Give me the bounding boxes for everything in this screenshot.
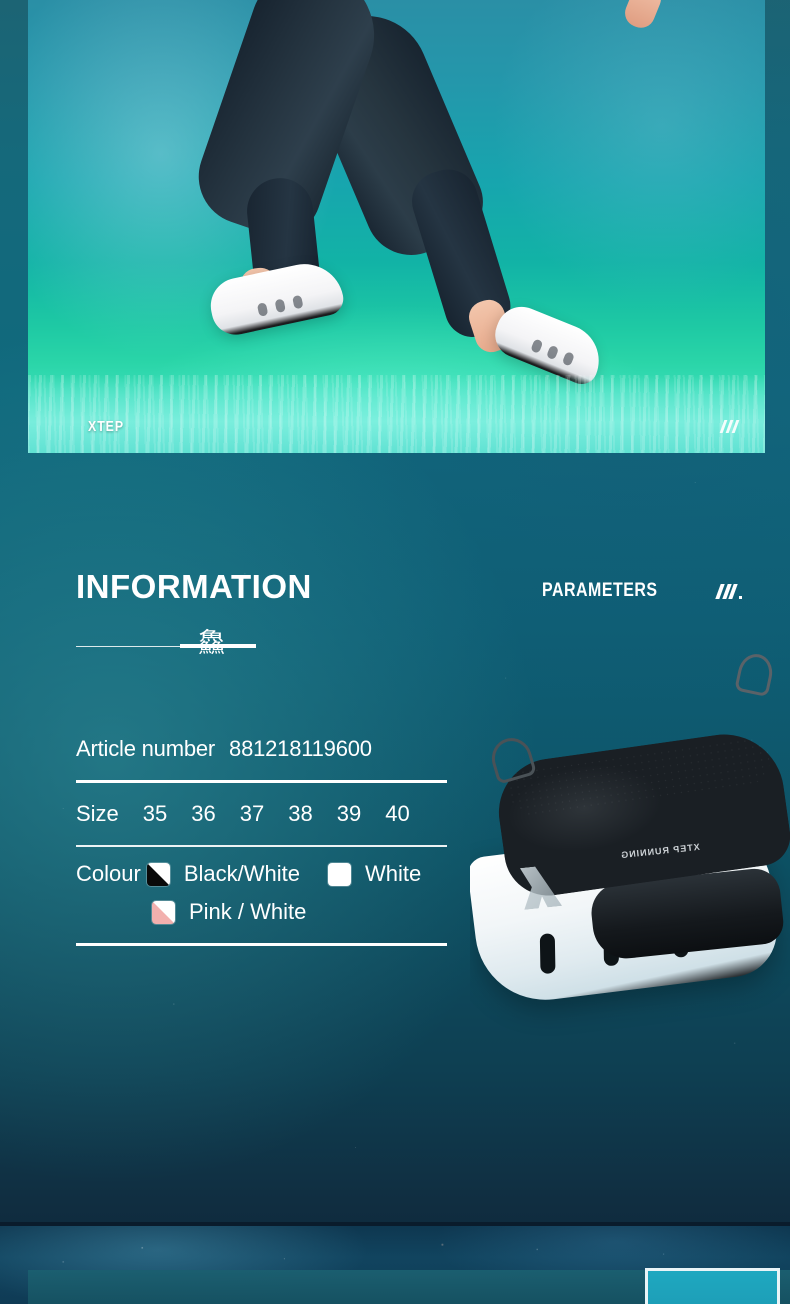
decoration-thin-rule [76, 646, 180, 647]
section-title-parameters: PARAMETERS [542, 580, 658, 601]
spec-row-article-number: Article number 881218119600 [76, 718, 447, 780]
product-spec-table: Article number 881218119600 Size 35 36 3… [76, 718, 447, 946]
colour-swatch-white[interactable] [327, 862, 351, 886]
spec-row-colour: Colour Black/White White Pink / White [76, 847, 447, 943]
shoe-heel-pull-tab [734, 650, 776, 698]
next-section-accent-panel [645, 1268, 780, 1304]
next-section-preview [0, 1226, 790, 1304]
colour-option-black-white[interactable]: Black/White [184, 861, 300, 887]
colour-option-pink-white[interactable]: Pink / White [189, 899, 306, 925]
size-option-35[interactable]: 35 [143, 801, 167, 827]
title-decoration: 鱻 [76, 630, 256, 672]
hero-brand-label: XTEP [88, 418, 125, 435]
size-option-39[interactable]: 39 [337, 801, 361, 827]
colour-label: Colour [76, 861, 141, 886]
colour-swatch-pink-white[interactable] [152, 900, 175, 924]
colour-line-primary: Colour Black/White White [76, 861, 447, 887]
decoration-cjk-glyph: 鱻 [198, 628, 225, 659]
divider-after-colour [76, 943, 447, 946]
product-detail-page: XTEP INFORMATION PARAMETERS 鱻 Article nu… [0, 0, 790, 1304]
size-label: Size [76, 801, 119, 826]
xtep-logo-icon-header [715, 584, 742, 599]
size-option-38[interactable]: 38 [288, 801, 312, 827]
colour-option-white[interactable]: White [365, 861, 421, 887]
hero-banner-image: XTEP [28, 0, 765, 453]
article-number-label: Article number [76, 736, 216, 761]
size-option-37[interactable]: 37 [240, 801, 264, 827]
size-option-40[interactable]: 40 [385, 801, 409, 827]
size-option-36[interactable]: 36 [191, 801, 215, 827]
xtep-logo-icon [719, 420, 740, 433]
colour-line-secondary: Pink / White [76, 899, 447, 925]
spec-row-size: Size 35 36 37 38 39 40 [76, 783, 447, 845]
colour-swatch-black-white[interactable] [146, 862, 170, 886]
hero-water-surface [28, 375, 765, 453]
section-header-row: INFORMATION PARAMETERS [0, 570, 790, 620]
article-number-value: 881218119600 [229, 736, 372, 761]
page-title-information: INFORMATION [76, 568, 312, 605]
product-shoe-image: XTEP RUNNING [470, 650, 790, 1050]
